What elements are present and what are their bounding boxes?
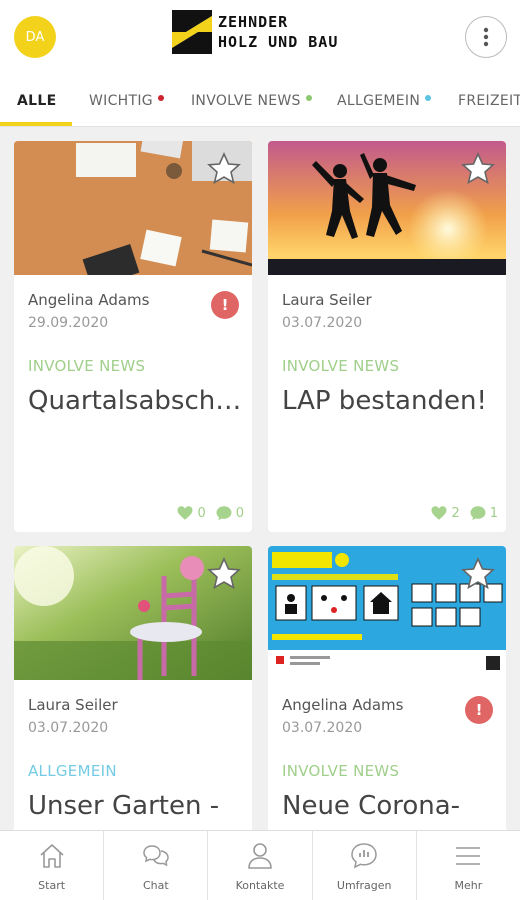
blue-dot-indicator (425, 95, 432, 101)
tab-allgemein[interactable]: ALLGEMEIN (337, 75, 432, 126)
card-date: 29.09.2020 (28, 315, 109, 331)
card-author: Laura Seiler (28, 696, 118, 714)
tab-alle[interactable]: ALLE (17, 75, 57, 126)
favorite-star-icon[interactable] (460, 556, 496, 592)
card-author: Laura Seiler (282, 291, 372, 309)
tab-wichtig[interactable]: WICHTIG (89, 75, 164, 126)
tab-label: ALLGEMEIN (337, 93, 421, 109)
card-image-sunset (268, 141, 506, 275)
news-card[interactable]: Laura Seiler 03.07.2020 ALLGEMEIN Unser … (14, 546, 252, 846)
news-card[interactable]: Angelina Adams 03.07.2020 ! INVOLVE NEWS… (268, 546, 506, 846)
app-header: DA ZEHNDER HOLZ UND BAU (0, 0, 520, 75)
nav-label: Start (38, 879, 66, 892)
comment-icon[interactable] (215, 504, 233, 522)
bottom-navigation: Start Chat Kontakte Umfragen Mehr (0, 830, 520, 900)
nav-chat[interactable]: Chat (104, 831, 209, 900)
news-card[interactable]: Laura Seiler 03.07.2020 INVOLVE NEWS LAP… (268, 141, 506, 532)
card-category: INVOLVE NEWS (28, 357, 146, 375)
card-stats: 2 1 (430, 504, 498, 522)
like-count: 0 (197, 505, 206, 521)
nav-umfragen[interactable]: Umfragen (313, 831, 417, 900)
active-tab-indicator (0, 122, 72, 126)
tab-label: INVOLVE NEWS (191, 93, 301, 109)
tab-label: WICHTIG (89, 93, 153, 109)
more-options-button[interactable] (465, 16, 507, 58)
contacts-icon (248, 843, 272, 869)
home-icon (40, 844, 64, 868)
company-logo: ZEHNDER HOLZ UND BAU (172, 10, 338, 54)
favorite-star-icon[interactable] (206, 151, 242, 187)
nav-label: Umfragen (336, 879, 392, 892)
card-category: INVOLVE NEWS (282, 762, 400, 780)
card-date: 03.07.2020 (282, 720, 363, 736)
nav-mehr[interactable]: Mehr (417, 831, 520, 900)
nav-label: Kontakte (235, 879, 285, 892)
logo-line-2: HOLZ UND BAU (218, 33, 339, 51)
card-category: INVOLVE NEWS (282, 357, 400, 375)
card-title: LAP bestanden! (282, 386, 487, 416)
card-category: ALLGEMEIN (28, 762, 117, 780)
logo-wordmark: ZEHNDER HOLZ UND BAU (218, 12, 338, 52)
survey-icon (351, 843, 377, 869)
card-title: Quartalsabsch… (28, 386, 242, 416)
card-image-desk (14, 141, 252, 275)
heart-icon[interactable] (176, 504, 194, 522)
nav-kontakte[interactable]: Kontakte (208, 831, 313, 900)
nav-label: Mehr (454, 879, 483, 892)
card-title: Unser Garten - (28, 791, 220, 821)
red-dot-indicator (157, 95, 164, 101)
tab-involve-news[interactable]: INVOLVE NEWS (191, 75, 312, 126)
card-stats: 0 0 (176, 504, 244, 522)
like-count: 2 (451, 505, 460, 521)
nav-start[interactable]: Start (0, 831, 105, 900)
user-avatar[interactable]: DA (14, 16, 56, 58)
tab-label: FREIZEIT (458, 93, 520, 109)
category-tabs: ALLE WICHTIG INVOLVE NEWS ALLGEMEIN FREI… (0, 75, 520, 127)
comment-icon[interactable] (469, 504, 487, 522)
news-card[interactable]: Angelina Adams 29.09.2020 ! INVOLVE NEWS… (14, 141, 252, 532)
favorite-star-icon[interactable] (206, 556, 242, 592)
important-alert-icon: ! (211, 291, 239, 319)
card-author: Angelina Adams (28, 291, 150, 309)
card-image-corona-poster (268, 546, 506, 680)
kebab-menu-icon (483, 27, 489, 47)
comment-count: 0 (235, 505, 244, 521)
tab-label: ALLE (17, 93, 57, 109)
heart-icon[interactable] (430, 504, 448, 522)
tab-freizeit[interactable]: FREIZEIT (458, 75, 520, 126)
card-image-garden (14, 546, 252, 680)
zehnder-logo-icon (172, 10, 212, 54)
logo-line-1: ZEHNDER (218, 13, 289, 31)
card-title: Neue Corona- (282, 791, 461, 821)
green-dot-indicator (305, 95, 312, 101)
card-date: 03.07.2020 (28, 720, 109, 736)
card-author: Angelina Adams (282, 696, 404, 714)
chat-icon (143, 845, 169, 867)
important-alert-icon: ! (465, 696, 493, 724)
hamburger-icon (456, 847, 481, 865)
nav-label: Chat (142, 879, 169, 892)
favorite-star-icon[interactable] (460, 151, 496, 187)
card-date: 03.07.2020 (282, 315, 363, 331)
comment-count: 1 (489, 505, 498, 521)
